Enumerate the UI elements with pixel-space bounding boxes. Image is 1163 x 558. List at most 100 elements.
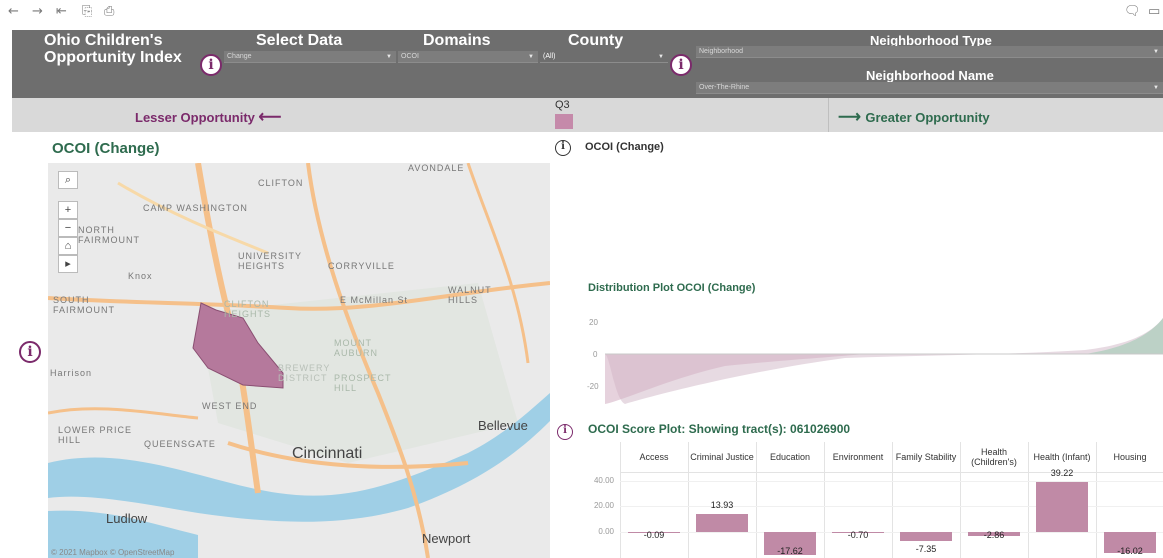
- map-info-icon[interactable]: i: [19, 341, 41, 363]
- county-label: County: [568, 32, 624, 49]
- window-icon[interactable]: ▭: [1148, 4, 1160, 19]
- score-column-header: Education: [769, 452, 811, 462]
- score-bar-label: 39.22: [1050, 467, 1074, 478]
- county-info-icon[interactable]: i: [670, 54, 692, 76]
- score-bar-label: -16.02: [1117, 546, 1143, 556]
- score-gridline: [620, 532, 1163, 534]
- chevron-down-icon: ▼: [528, 54, 534, 60]
- chevron-down-icon: ▼: [386, 54, 392, 60]
- map-label-knox: Knox: [128, 271, 153, 281]
- map-credit: © 2021 Mapbox © OpenStreetMap: [51, 548, 175, 557]
- zoom-out-icon[interactable]: −: [58, 219, 78, 237]
- arrow-left-icon: ⟵: [258, 109, 282, 126]
- distribution-title: Distribution Plot OCOI (Change): [588, 282, 756, 294]
- score-bar-label: -17.62: [777, 546, 803, 556]
- play-icon[interactable]: ▸: [58, 255, 78, 273]
- map-title: OCOI (Change): [52, 140, 160, 157]
- zoom-in-icon[interactable]: +: [58, 201, 78, 219]
- opportunity-legend: Lesser Opportunity ⟵ Q3 ⟶ Greater Opport…: [12, 98, 1163, 132]
- map-label-corryville: CORRYVILLE: [328, 261, 395, 271]
- map-label-harrison: Harrison: [50, 368, 93, 378]
- map-label-walnut-hills: WALNUT HILLS: [448, 285, 492, 305]
- map-label-south-fairmount: SOUTH FAIRMOUNT: [53, 295, 115, 315]
- neighborhood-name-value: Over-The-Rhine: [699, 84, 750, 91]
- score-ytick: 40.00: [593, 475, 614, 485]
- back-arrow-icon[interactable]: ←: [8, 4, 19, 19]
- score-bar-label: 13.93: [710, 500, 734, 511]
- map-label-queensgate: QUEENSGATE: [144, 439, 216, 449]
- domains-dropdown[interactable]: OCOI ▼: [398, 51, 538, 63]
- neighborhood-name-dropdown[interactable]: Over-The-Rhine ▼: [696, 82, 1163, 94]
- map-label-prospect-hill: PROSPECT HILL: [334, 373, 392, 393]
- score-column-header: Access: [639, 452, 669, 462]
- map-label-west-end: WEST END: [202, 401, 258, 411]
- neighborhood-type-dropdown[interactable]: Neighborhood ▼: [696, 46, 1163, 58]
- quartile-swatch: [555, 114, 573, 129]
- legend-divider: [828, 98, 829, 132]
- dist-tick-0: 0: [593, 350, 598, 359]
- score-column-header: Health (Children's): [971, 447, 1017, 467]
- chevron-down-icon: ▼: [1153, 49, 1159, 55]
- map-label-camp-washington: CAMP WASHINGTON: [143, 203, 248, 213]
- select-data-label: Select Data: [256, 32, 343, 49]
- greater-opportunity-label: Greater Opportunity: [865, 110, 990, 125]
- domains-label: Domains: [423, 32, 491, 49]
- county-value: (All): [543, 53, 556, 60]
- dist-tick-minus-20: -20: [587, 382, 599, 391]
- score-ytick: 20.00: [593, 501, 614, 511]
- ocoi-info-icon[interactable]: i: [555, 140, 571, 156]
- browser-toolbar: ← → ⇤ ⎘ ⎙ 🗨 ▭: [0, 0, 1163, 30]
- score-bar[interactable]: [696, 514, 748, 533]
- app-title-line1: Ohio Children's: [44, 32, 163, 49]
- score-bar-label: -7.35: [915, 544, 937, 555]
- quartile-label: Q3: [555, 99, 570, 111]
- map-basemap: [48, 163, 550, 558]
- greater-opportunity: ⟶ Greater Opportunity: [838, 107, 990, 127]
- map-label-mount-auburn: MOUNT AUBURN: [334, 338, 379, 358]
- lesser-opportunity: Lesser Opportunity ⟵: [135, 107, 281, 127]
- map-label-cincinnati: Cincinnati: [292, 445, 363, 462]
- title-info-icon[interactable]: i: [200, 54, 222, 76]
- score-column-header: Family Stability: [895, 452, 957, 462]
- map-label-clifton: CLIFTON: [258, 178, 304, 188]
- map-label-brewery-district: BREWERY DISTRICT: [278, 363, 331, 383]
- search-icon[interactable]: ⌕: [58, 171, 78, 189]
- neighborhood-type-value: Neighborhood: [699, 48, 743, 55]
- map-label-mcmillan: E McMillan St: [340, 295, 409, 305]
- distribution-plot: [605, 318, 1163, 404]
- map-label-bellevue: Bellevue: [478, 418, 528, 433]
- arrow-right-icon: ⟶: [838, 109, 866, 126]
- choropleth-map[interactable]: CLIFTON AVONDALE CAMP WASHINGTON NORTH F…: [48, 163, 550, 558]
- bookmark-alt-icon[interactable]: ⎙: [104, 4, 114, 19]
- score-title: OCOI Score Plot: Showing tract(s): 06102…: [588, 422, 851, 436]
- filter-header: Ohio Children's Opportunity Index i Sele…: [12, 30, 1163, 98]
- score-bar-label: -0.70: [847, 530, 869, 541]
- ocoi-title: OCOI (Change): [585, 141, 664, 153]
- score-bar-label: -0.09: [643, 530, 665, 541]
- domains-value: OCOI: [401, 53, 419, 60]
- map-label-clifton-heights: CLIFTON HEIGHTS: [224, 299, 272, 319]
- forward-arrow-icon[interactable]: →: [32, 4, 43, 19]
- comment-icon[interactable]: 🗨: [1124, 4, 1141, 19]
- first-page-icon[interactable]: ⇤: [56, 4, 67, 19]
- map-label-university-heights: UNIVERSITY HEIGHTS: [238, 251, 302, 271]
- score-info-icon[interactable]: i: [557, 424, 573, 440]
- map-label-lower-price-hill: LOWER PRICE HILL: [58, 425, 133, 445]
- score-ytick: 0.00: [598, 527, 614, 537]
- map-label-north-fairmount: NORTH FAIRMOUNT: [78, 225, 140, 245]
- select-data-dropdown[interactable]: Change ▼: [224, 51, 396, 63]
- score-column-header: Environment: [832, 452, 884, 462]
- chevron-down-icon: ▼: [658, 54, 664, 60]
- score-column-header: Criminal Justice: [690, 452, 754, 462]
- map-label-avondale: AVONDALE: [408, 163, 465, 173]
- score-column-header: Housing: [1113, 452, 1147, 462]
- bookmark-icon[interactable]: ⎘: [82, 4, 92, 19]
- score-bar[interactable]: [900, 532, 952, 542]
- county-dropdown[interactable]: (All) ▼: [540, 51, 668, 63]
- select-data-value: Change: [227, 53, 252, 60]
- home-icon[interactable]: ⌂: [58, 237, 78, 255]
- map-label-newport: Newport: [422, 531, 471, 546]
- score-bar[interactable]: [1036, 481, 1088, 533]
- lesser-opportunity-label: Lesser Opportunity: [135, 110, 255, 125]
- app-title-line2: Opportunity Index: [44, 49, 182, 66]
